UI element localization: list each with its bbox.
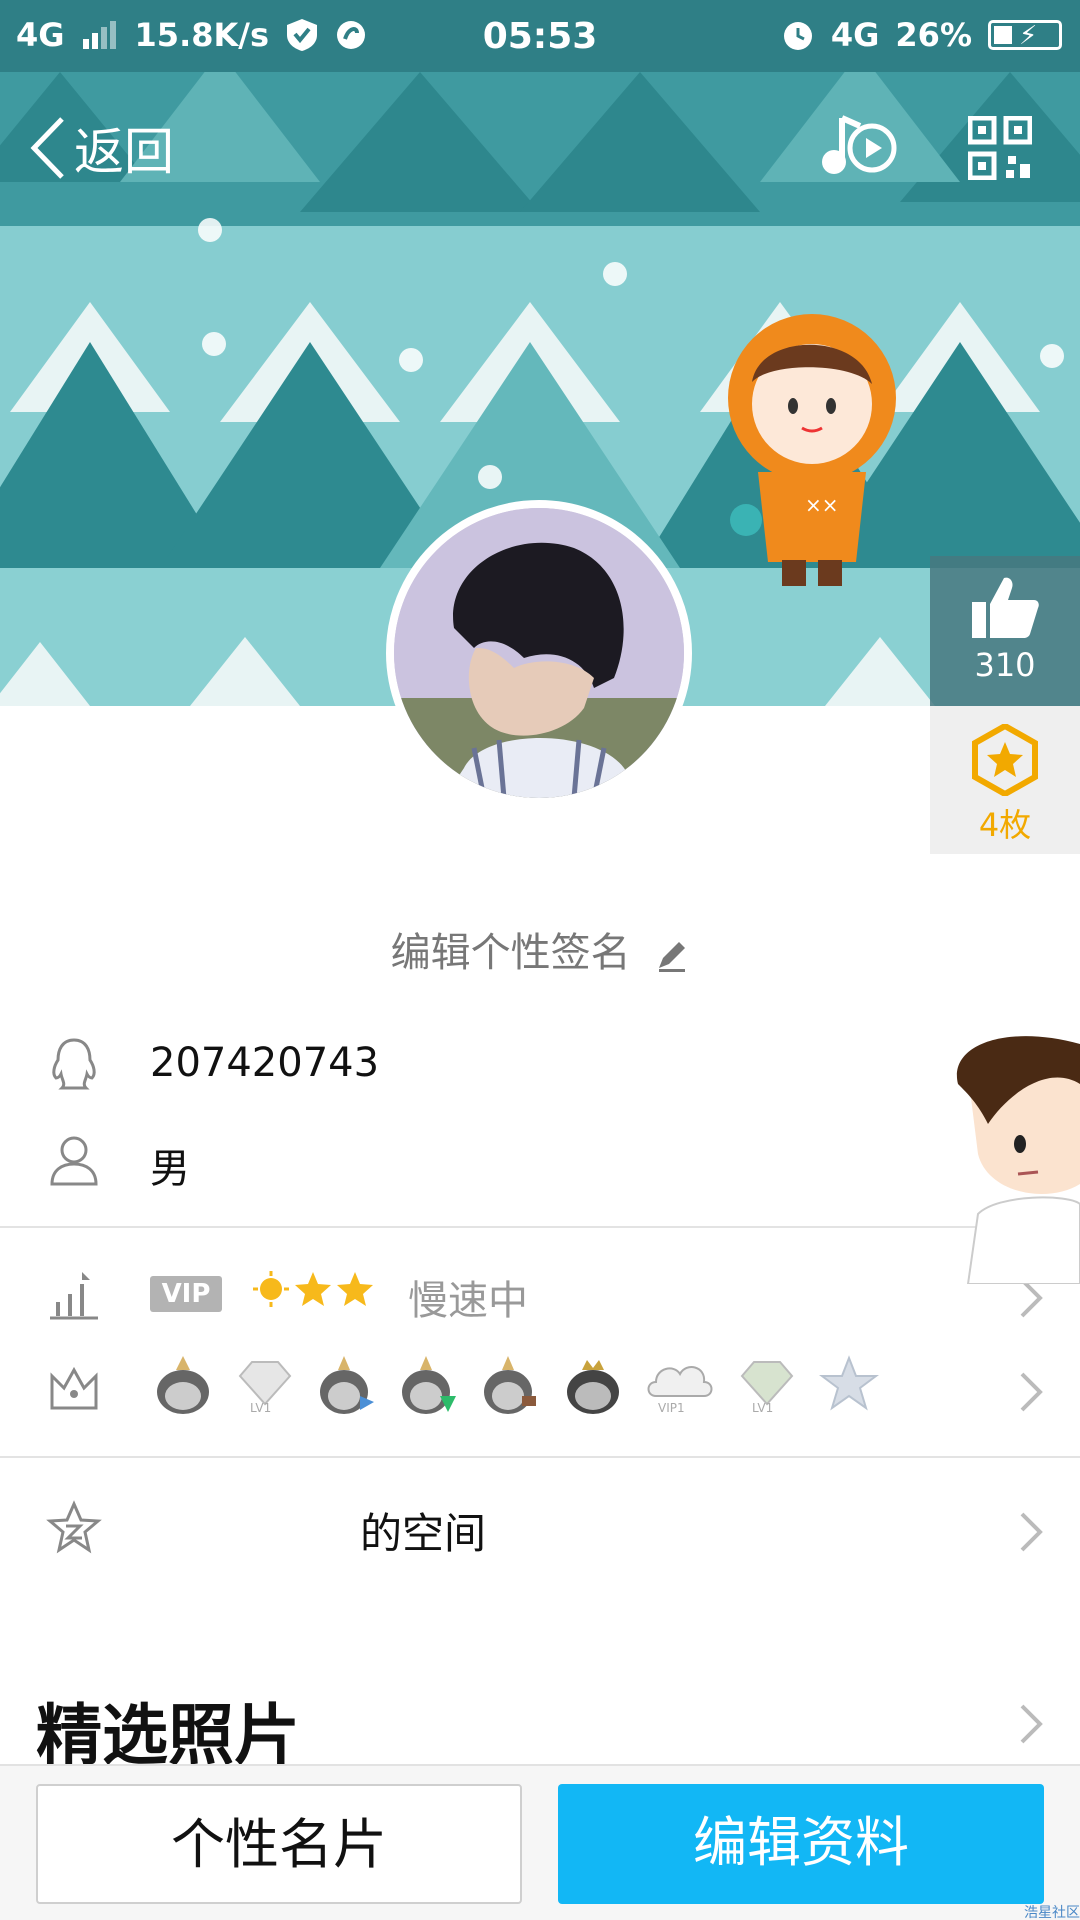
qzone-label: 的空间 [360, 1509, 487, 1558]
chevron-right-icon [1020, 1512, 1043, 1552]
level-speed-status: 慢速中 [408, 1278, 528, 1324]
back-label: 返回 [74, 123, 174, 181]
penguin-badge-icon [320, 1356, 374, 1414]
qq-number-row: 207420743 [0, 1034, 1080, 1104]
gender: 男 [150, 1146, 190, 1192]
penguin-icon [52, 1038, 96, 1090]
vip-tag: VIP [150, 1276, 222, 1312]
edit-profile-button[interactable]: 编辑资料 [558, 1784, 1044, 1904]
medal-count: 4枚 [978, 806, 1032, 844]
star-icon [337, 1272, 373, 1306]
star-icon [295, 1272, 331, 1306]
badge-label: LV1 [752, 1401, 773, 1415]
back-button[interactable]: 返回 [28, 112, 174, 184]
thumbs-up-icon [972, 577, 1039, 638]
divider [0, 1456, 1080, 1458]
qzone-star-icon [46, 1500, 102, 1554]
music-player-icon[interactable] [820, 108, 900, 188]
penguin-badge-icon [157, 1356, 209, 1414]
watermark: 浩星社区 [1024, 1905, 1080, 1920]
cartoon-boy-sticker[interactable] [948, 1034, 1080, 1284]
diamond-badge-icon: LV1 [740, 1361, 794, 1415]
sun-icon [253, 1271, 289, 1307]
medal-icon [972, 722, 1038, 798]
diamond-badge-icon: LV1 [238, 1361, 292, 1415]
network-indicator-right: 4G [830, 16, 880, 54]
avatar-photo [394, 508, 684, 798]
like-button[interactable]: 310 [930, 556, 1080, 706]
divider [0, 1226, 1080, 1228]
qr-code-icon[interactable] [968, 116, 1032, 180]
badge-list: LV1 VIP1 LV1 [152, 1352, 880, 1416]
svg-text:××: ×× [805, 493, 839, 517]
top-nav: 返回 [0, 72, 1080, 226]
penguin-badge-icon [484, 1356, 536, 1414]
battery-percent: 26% [895, 16, 972, 54]
edit-signature-button[interactable]: 编辑个性签名 [0, 920, 1080, 978]
penguin-badge-icon [402, 1356, 456, 1414]
signature-label: 编辑个性签名 [390, 930, 631, 976]
star-badge-icon [819, 1355, 879, 1411]
qzone-row[interactable] [0, 1490, 1080, 1570]
featured-photos-chevron-icon[interactable] [1018, 1702, 1044, 1746]
qq-number: 207420743 [150, 1040, 380, 1086]
status-bar: 4G 15.8K/s 05:53 4G 26% ⚡ [0, 0, 1080, 72]
chevron-right-icon [1020, 1372, 1043, 1412]
crown-icon [50, 1366, 98, 1410]
medal-button[interactable]: 4枚 [930, 706, 1080, 854]
badge-label: VIP1 [658, 1401, 685, 1415]
alarm-icon [783, 22, 812, 50]
badge-label: LV1 [250, 1401, 271, 1415]
level-stars [252, 1270, 374, 1308]
penguin-crown-badge-icon [567, 1360, 619, 1414]
gender-row: 男 [0, 1130, 1080, 1200]
avatar[interactable] [386, 500, 692, 806]
pencil-icon [659, 942, 686, 972]
like-count: 310 [974, 646, 1036, 684]
level-chart-icon [50, 1272, 98, 1320]
vip-cloud-badge-icon: VIP1 [647, 1366, 713, 1415]
profile-card-button[interactable]: 个性名片 [36, 1784, 522, 1904]
person-icon [50, 1136, 98, 1186]
battery-icon: ⚡ [988, 20, 1062, 51]
chevron-left-icon [30, 117, 64, 179]
bottom-action-bar: 个性名片 编辑资料 [0, 1764, 1080, 1920]
